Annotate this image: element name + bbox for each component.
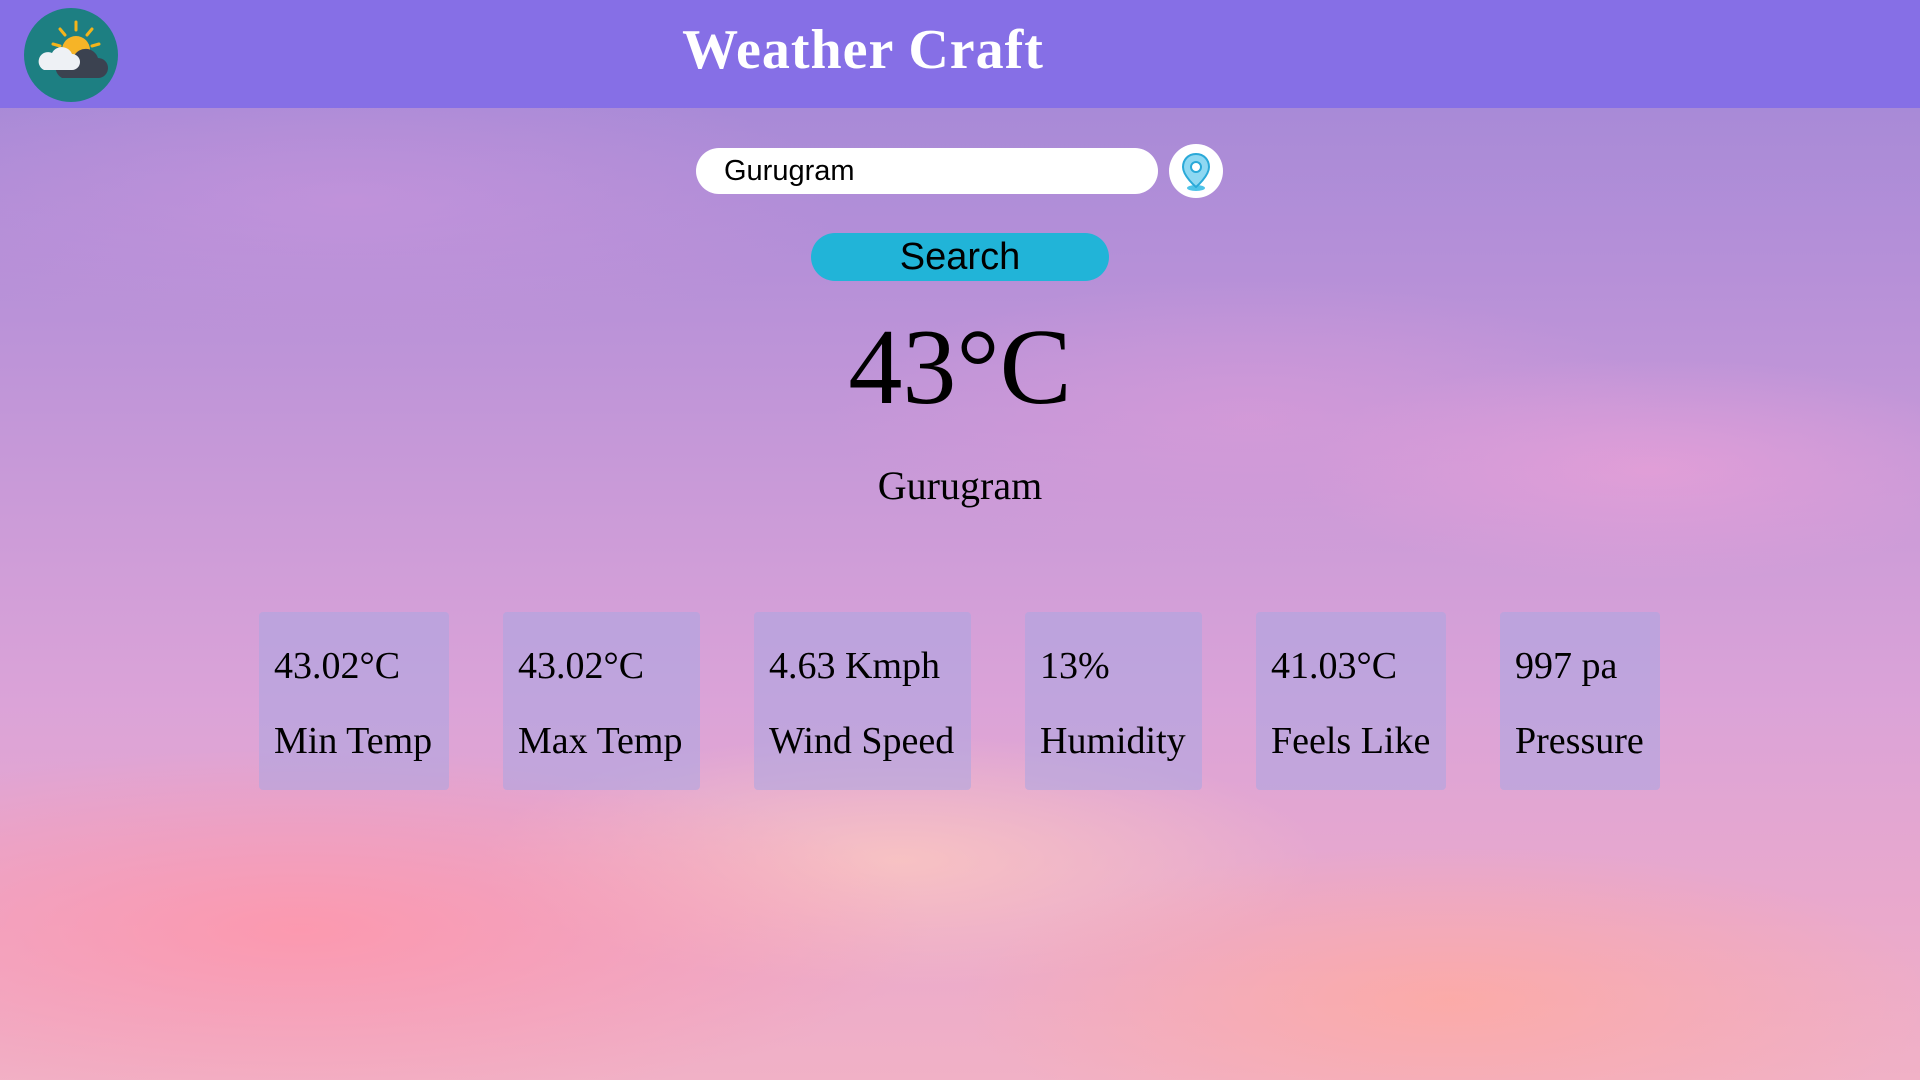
max-temp-label: Max Temp — [518, 720, 683, 762]
city-search-input[interactable] — [696, 148, 1158, 194]
wind-speed-card: 4.63 Kmph Wind Speed — [754, 612, 971, 790]
min-temp-value: 43.02°C — [274, 645, 401, 687]
feels-like-label: Feels Like — [1271, 720, 1431, 762]
feels-like-card: 41.03°C Feels Like — [1256, 612, 1446, 790]
humidity-label: Humidity — [1040, 720, 1186, 762]
app-header: Weather Craft — [0, 0, 1920, 108]
wind-speed-value: 4.63 Kmph — [769, 645, 940, 687]
pressure-value: 997 pa — [1515, 645, 1618, 687]
min-temp-card: 43.02°C Min Temp — [259, 612, 449, 790]
pressure-label: Pressure — [1515, 720, 1644, 762]
max-temp-value: 43.02°C — [518, 645, 645, 687]
city-name: Gurugram — [877, 463, 1043, 508]
max-temp-card: 43.02°C Max Temp — [503, 612, 700, 790]
humidity-value: 13% — [1040, 645, 1110, 687]
map-pin-icon — [1181, 152, 1211, 191]
min-temp-label: Min Temp — [274, 720, 433, 762]
pressure-card: 997 pa Pressure — [1500, 612, 1660, 790]
app-title: Weather Craft — [682, 19, 1044, 81]
location-button[interactable] — [1169, 144, 1223, 198]
wind-speed-label: Wind Speed — [769, 720, 955, 762]
current-temperature: 43°C — [848, 308, 1072, 427]
humidity-card: 13% Humidity — [1025, 612, 1202, 790]
search-button[interactable]: Search — [811, 233, 1109, 281]
feels-like-value: 41.03°C — [1271, 645, 1398, 687]
